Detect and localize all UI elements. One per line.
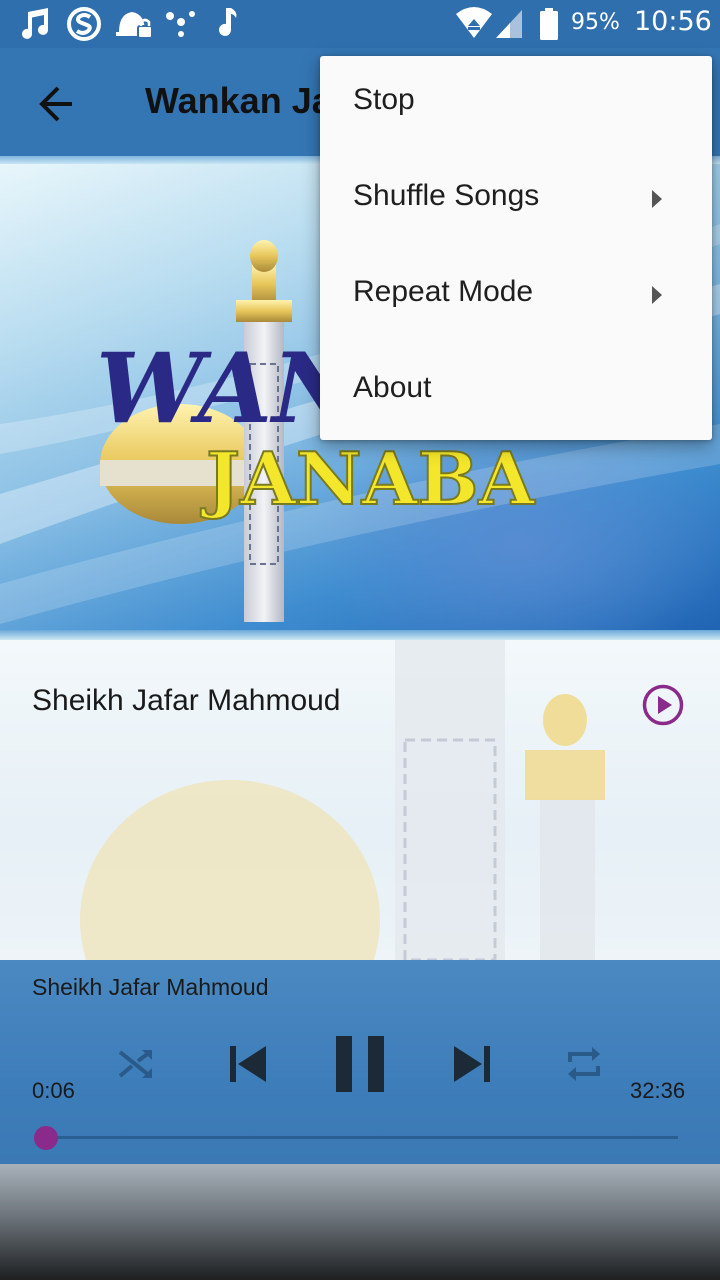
signal-icon <box>496 10 522 38</box>
track-title: Sheikh Jafar Mahmoud <box>32 684 341 717</box>
repeat-icon[interactable] <box>564 1044 604 1084</box>
menu-item-label: Stop <box>353 83 415 116</box>
music-note-icon <box>219 8 237 36</box>
banner-divider <box>0 630 720 640</box>
pause-icon[interactable] <box>334 1036 386 1092</box>
menu-item-label: About <box>353 371 432 404</box>
status-bar: 95% 10:56 <box>0 0 720 48</box>
shuffle-icon[interactable] <box>116 1046 156 1082</box>
menu-item-about[interactable]: About <box>320 344 712 440</box>
submenu-arrow-icon <box>652 190 662 208</box>
arrow-left-icon[interactable] <box>30 84 80 124</box>
menu-item-repeat-mode[interactable]: Repeat Mode <box>320 248 712 344</box>
wifi-icon <box>456 7 492 38</box>
play-circle-icon[interactable] <box>642 684 684 726</box>
clock: 10:56 <box>634 6 712 37</box>
menu-item-label: Repeat Mode <box>353 275 534 308</box>
total-time: 32:36 <box>630 1078 686 1103</box>
swiftkey-icon <box>67 7 101 41</box>
bottom-gradient <box>0 1164 720 1280</box>
music-note-icon <box>22 8 48 39</box>
overflow-menu: Stop Shuffle Songs Repeat Mode About <box>320 56 712 440</box>
menu-item-shuffle-songs[interactable]: Shuffle Songs <box>320 152 712 248</box>
seek-thumb[interactable] <box>33 1126 58 1150</box>
player-panel: Sheikh Jafar Mahmoud 0:06 32:36 <box>0 960 720 1164</box>
battery-percent: 95% <box>571 10 620 35</box>
current-time: 0:06 <box>32 1078 75 1103</box>
submenu-arrow-icon <box>652 286 662 304</box>
logo-text-bottom: JANABA <box>200 436 535 521</box>
list-item[interactable]: Sheikh Jafar Mahmoud <box>0 640 720 760</box>
dots-icon <box>166 11 195 37</box>
seek-bar[interactable] <box>44 1136 678 1139</box>
menu-item-label: Shuffle Songs <box>353 179 540 212</box>
battery-icon <box>540 8 558 40</box>
next-icon[interactable] <box>452 1044 492 1084</box>
alarm-lock-icon <box>116 12 153 39</box>
previous-icon[interactable] <box>228 1044 268 1084</box>
track-list: Sheikh Jafar Mahmoud <box>0 640 720 960</box>
menu-item-stop[interactable]: Stop <box>320 56 712 152</box>
now-playing-title: Sheikh Jafar Mahmoud <box>32 974 269 1000</box>
